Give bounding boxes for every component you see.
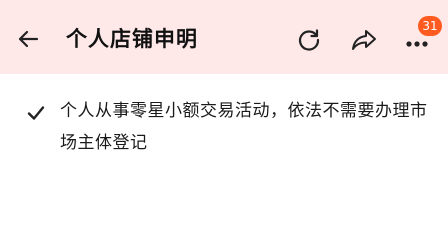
share-button[interactable]: [349, 25, 379, 55]
page-title: 个人店铺申明: [66, 27, 198, 51]
check-icon: [27, 106, 45, 120]
top-bar: 个人店铺申明 31: [0, 0, 448, 74]
refresh-button[interactable]: [294, 25, 324, 55]
back-button[interactable]: [14, 25, 42, 53]
refresh-icon: [298, 29, 320, 51]
statement-text: 个人从事零星小额交易活动，依法不需要办理市场主体登记: [60, 101, 428, 153]
back-arrow-icon: [18, 30, 39, 48]
statement-section: 个人从事零星小额交易活动，依法不需要办理市场主体登记: [0, 74, 448, 203]
share-icon: [352, 30, 376, 50]
notification-badge: 31: [418, 16, 442, 36]
